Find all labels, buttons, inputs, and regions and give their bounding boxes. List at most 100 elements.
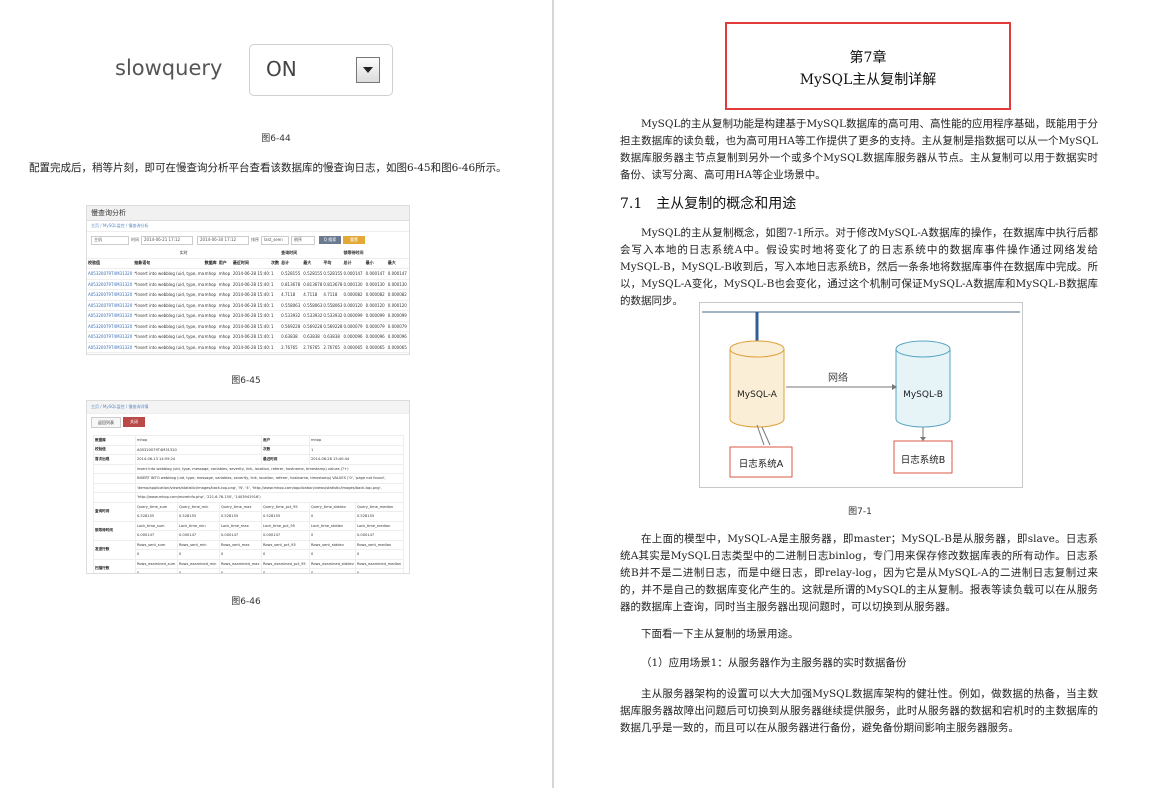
detail-key-empty bbox=[93, 463, 136, 474]
table-cell: 1 bbox=[270, 268, 281, 280]
network-label: 网络 bbox=[828, 371, 848, 384]
checksum-link[interactable]: A05320079T4M31320 bbox=[87, 342, 134, 353]
metric-head: Rows_sent_pct_95 bbox=[261, 539, 310, 550]
checksum-link[interactable]: A05320079T4M31320 bbox=[87, 289, 134, 301]
checksum-link[interactable]: A05320079T4M31320 bbox=[87, 279, 134, 290]
table-cell: 4.7118 bbox=[322, 289, 343, 301]
table-cell: 2014-06-28 15:40:44 bbox=[231, 300, 271, 311]
detail-key: 首次出现 bbox=[93, 454, 136, 465]
table-cell: mhop bbox=[203, 331, 218, 343]
metric-head: Query_time_median bbox=[354, 501, 405, 512]
back-to-list-button: 返回列表 bbox=[91, 417, 121, 428]
table-row: A05320079T4M31320 *Insert into webblog (u… bbox=[87, 321, 409, 332]
detail-row: 数据库 mhop 用户 mhop bbox=[93, 435, 405, 446]
detail-table-wrap: 数据库 mhop 用户 mhop 校验值 A05320079T4M31320 次数 1 首次出现… bbox=[93, 435, 405, 573]
slowquery-label: slowquery bbox=[115, 56, 223, 80]
metric-value: 0 bbox=[354, 568, 405, 573]
metric-head: Lock_time_max bbox=[219, 520, 262, 531]
table-cell: *Insert into webblog (uid, type, mac bbox=[133, 279, 204, 290]
table-cell: 0.000130 bbox=[386, 279, 409, 290]
metric-head: Rows_examined_sum bbox=[135, 558, 178, 569]
checksum-link[interactable]: A05320079T4M31320 bbox=[87, 300, 134, 311]
chapter-title: MySQL主从复制详解 bbox=[799, 72, 937, 88]
checksum-link[interactable]: A05320079T4M31320 bbox=[87, 321, 134, 332]
metric-value-row: 000000 bbox=[94, 549, 405, 560]
figure-7-1-replication-diagram: MySQL-A MySQL-B 网络 日志系统A 日志系统B bbox=[699, 302, 1023, 488]
panel-title: 慢查询分析 bbox=[87, 206, 409, 221]
sample-row: 'http://www.mhop.com/moreinfo.php', '221… bbox=[93, 492, 405, 503]
table-header-cell: 次数 bbox=[270, 258, 281, 269]
metric-head: Rows_sent_median bbox=[354, 539, 405, 550]
reset-button: 重置 bbox=[343, 236, 365, 244]
paragraph-config-done: 配置完成后，稍等片刻，即可在慢查询分析平台查看该数据库的慢查询日志，如图6-45… bbox=[29, 162, 507, 174]
table-cell: mhop bbox=[203, 321, 218, 332]
detail-row: 校验值 A05320079T4M31320 次数 1 bbox=[93, 444, 405, 455]
table-header-cell: 抽象语句 bbox=[133, 258, 204, 269]
host-select: 主机 bbox=[91, 236, 129, 245]
checksum-link[interactable]: A05320079T4M31320 bbox=[87, 268, 134, 280]
checksum-link[interactable]: A05320079T4M31320 bbox=[87, 331, 134, 343]
table-cell: 2014-06-28 15:40:44 bbox=[231, 268, 271, 280]
slowquery-select-value: ON bbox=[266, 57, 297, 81]
metric-value: 0 bbox=[309, 511, 356, 522]
metric-head: Rows_examined_median bbox=[354, 558, 405, 569]
table-cell: 0.000147 bbox=[342, 268, 365, 280]
detail-key-empty bbox=[93, 482, 136, 493]
table-row: A05320079T4M31320 *Insert into webblog (u… bbox=[87, 279, 409, 290]
metric-head: Rows_sent_max bbox=[219, 539, 262, 550]
table-cell: 0.528155 bbox=[280, 268, 303, 280]
sample-sql-line: 'demo/application/views/statistic/images… bbox=[134, 482, 405, 493]
table-cell: 1 bbox=[270, 310, 281, 322]
metric-value: 0.528155 bbox=[135, 511, 178, 522]
table-cell: mhop bbox=[217, 342, 232, 353]
table-cell: 0.000099 bbox=[386, 310, 409, 322]
metric-value: 0.000147 bbox=[177, 530, 220, 541]
log-a-label: 日志系统A bbox=[739, 458, 784, 470]
metric-value: 0.000147 bbox=[135, 530, 178, 541]
replication-diagram-svg: MySQL-A MySQL-B 网络 日志系统A 日志系统B bbox=[702, 311, 1020, 478]
metric-head: Rows_sent_min bbox=[177, 539, 220, 550]
table-header-row: 校验值 抽象语句 数据库 用户 最近时间 次数 总计 最大 平均 总计 最小 最大 bbox=[87, 258, 409, 269]
metric-head-row: 发送行数 Rows_sent_sum Rows_sent_min Rows_sent_… bbox=[93, 539, 405, 560]
sample-row: INSERT INTO webblog (uid, type, message,… bbox=[93, 473, 405, 484]
figure-caption-7-1: 图7-1 bbox=[848, 507, 872, 517]
metric-head: Lock_time_min bbox=[177, 520, 220, 531]
group-query-time: 查询时间 bbox=[280, 248, 343, 259]
metric-value: 0 bbox=[354, 549, 405, 560]
db-cylinder-b bbox=[895, 340, 951, 428]
detail-value: A05320079T4M31320 bbox=[135, 444, 262, 455]
table-cell: *Insert into webblog (uid, type, mac bbox=[133, 342, 204, 353]
table-cell: 0.533932 bbox=[280, 310, 303, 322]
arrowhead-b-log bbox=[920, 437, 926, 441]
table-cell: 0.000120 bbox=[342, 300, 365, 311]
metric-value: 0.000147 bbox=[261, 530, 310, 541]
table-cell: 1 bbox=[270, 279, 281, 290]
chapter-intro: MySQL的主从复制功能是构建基于MySQL数据库的高可用、高性能的应用程序基础… bbox=[620, 118, 1098, 181]
group-lock-time: 锁等待时间 bbox=[342, 248, 409, 259]
metric-value: 0 bbox=[177, 568, 220, 573]
checksum-link[interactable]: A05320079T4M31320 bbox=[87, 310, 134, 322]
abstract-sql: insert into webblog (uid, type, message,… bbox=[134, 463, 405, 474]
table-cell: 0.000099 bbox=[342, 310, 365, 322]
metric-value: 0 bbox=[135, 568, 178, 573]
table-header-cell: 校验值 bbox=[87, 258, 134, 269]
metric-value-row: 0.528155 0.528155 0.528155 0.528155 0 0.52815… bbox=[94, 511, 405, 522]
table-cell: 1 bbox=[270, 289, 281, 301]
table-cell: 0.533932 bbox=[322, 310, 343, 322]
table-cell: 0.63838 bbox=[322, 331, 343, 343]
metric-key: 锁等待时间 bbox=[93, 520, 136, 541]
detail-breadcrumb: 主页 / MySQL监控 / 慢查询详情 bbox=[87, 401, 409, 414]
chapter-number: 第7章 bbox=[849, 50, 887, 66]
table-row: A05320079T4M31320 *Insert into webblog (u… bbox=[87, 300, 409, 311]
table-cell: mhop bbox=[217, 268, 232, 280]
table-cell: 1 bbox=[270, 331, 281, 343]
time-from-value: 2014-06-21 17:12 bbox=[144, 237, 181, 242]
table-cell: *Insert into webblog (uid, type, mac bbox=[133, 268, 204, 280]
table-header-cell: 最大 bbox=[302, 258, 323, 269]
paragraph-scenario-1: （1）应用场景1：从服务器作为主服务器的实时数据备份 bbox=[641, 657, 907, 669]
screenshot-slow-query-list: 慢查询分析 主页 / MySQL监控 / 慢查询分析 主机 时间 2014-06… bbox=[86, 205, 410, 355]
detail-key-empty bbox=[93, 492, 136, 503]
table-cell: 2.76765 bbox=[280, 342, 303, 353]
metric-value: 0 bbox=[135, 549, 178, 560]
host-select-label: 主机 bbox=[94, 237, 102, 242]
